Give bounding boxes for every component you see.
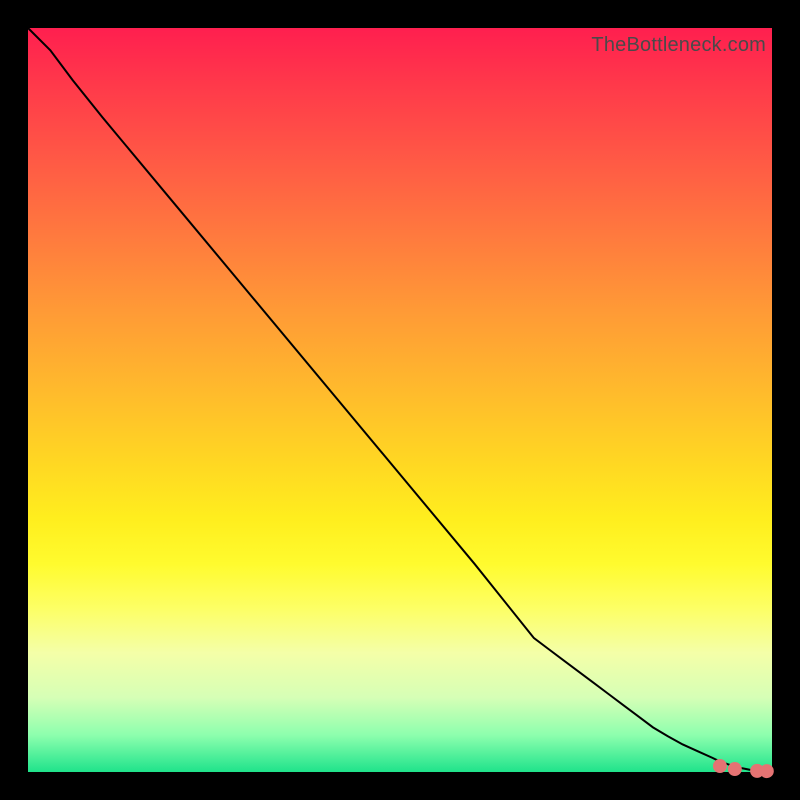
highlight-segment xyxy=(657,733,679,746)
bottleneck-curve xyxy=(28,28,768,771)
highlight-segment xyxy=(619,707,649,728)
chart-overlay xyxy=(28,28,772,772)
highlight-markers xyxy=(515,614,773,778)
highlight-point xyxy=(713,759,727,773)
highlight-point xyxy=(760,764,774,778)
plot-area: TheBottleneck.com xyxy=(28,28,772,772)
highlight-segment xyxy=(586,680,616,703)
chart-frame: TheBottleneck.com xyxy=(0,0,800,800)
highlight-point xyxy=(728,762,742,776)
